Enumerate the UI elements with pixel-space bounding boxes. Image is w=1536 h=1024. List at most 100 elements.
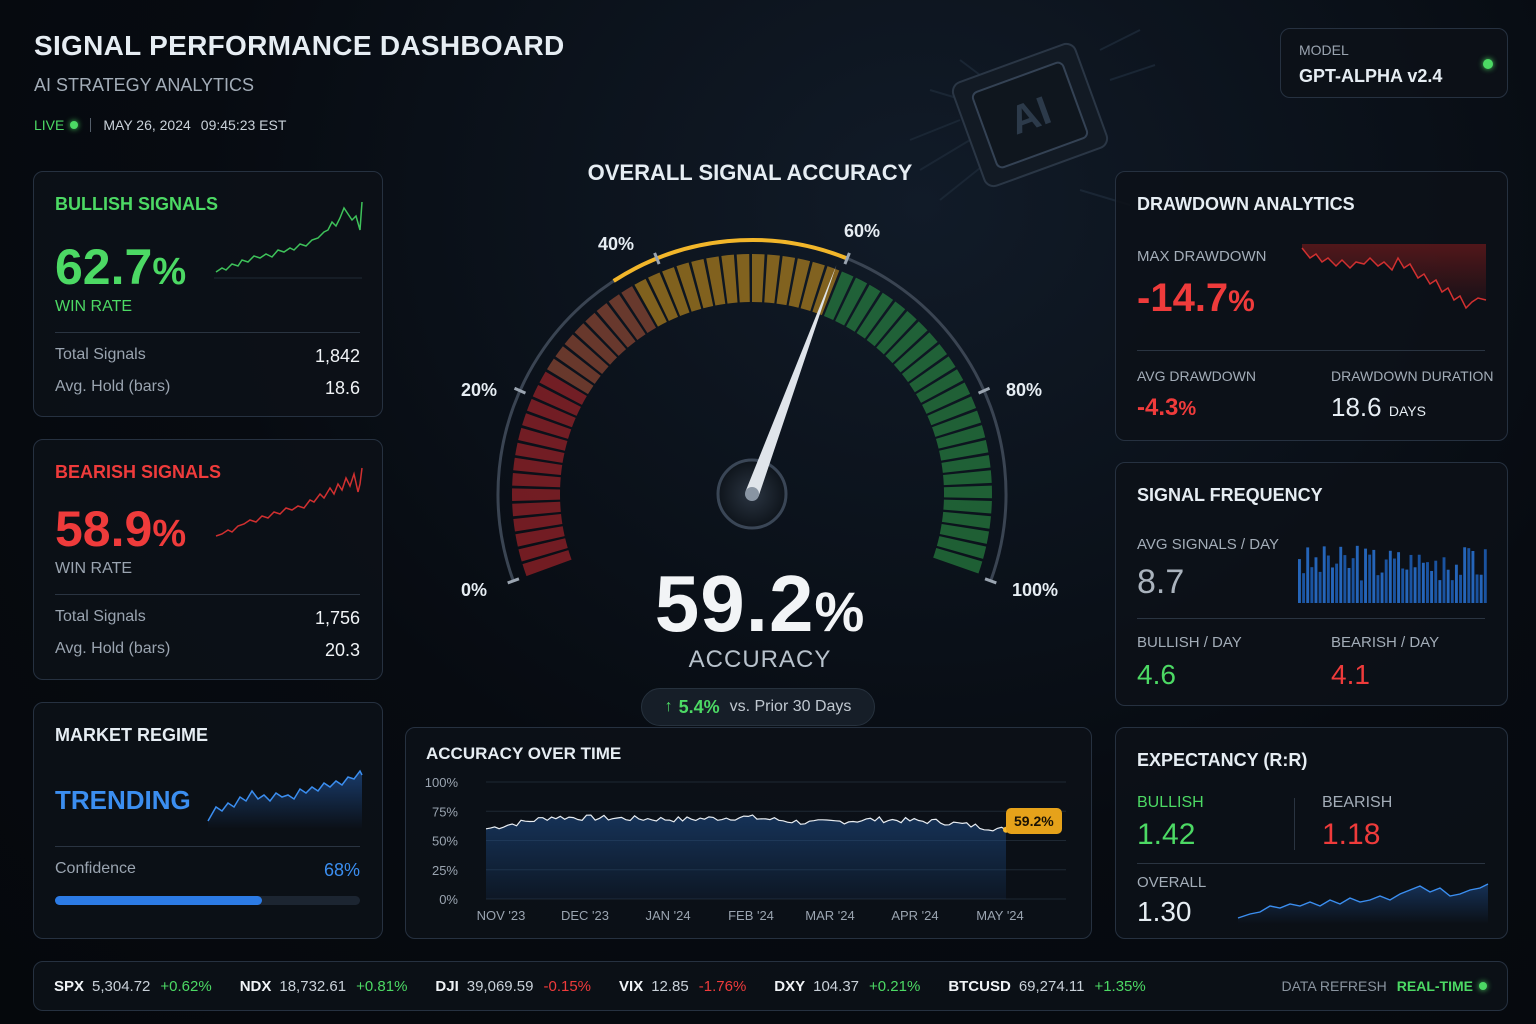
confidence-value: 68%	[323, 860, 360, 880]
frequency-bar	[1483, 549, 1487, 603]
ticker-item-spx[interactable]: SPX 5,304.72 +0.62%	[54, 978, 212, 995]
live-label: LIVE	[34, 117, 65, 133]
drawdown-duration-label: DRAWDOWN DURATION	[1331, 368, 1494, 384]
frequency-bar	[1355, 545, 1359, 603]
accuracy-value: 59.2%	[654, 559, 866, 648]
total-signals-value: 1,756	[314, 608, 360, 628]
x-tick-label: MAR '24	[805, 908, 854, 923]
total-signals-value: 1,842	[314, 346, 360, 366]
bearish-per-day-value: 4.1	[1331, 659, 1370, 690]
frequency-bar	[1438, 580, 1442, 603]
divider	[1137, 863, 1485, 864]
frequency-bar	[1471, 550, 1475, 603]
y-tick-label: 100%	[425, 775, 459, 790]
frequency-bar	[1339, 546, 1343, 603]
ticker-item-vix[interactable]: VIX 12.85 -1.76%	[619, 978, 746, 995]
model-label: MODEL	[1299, 42, 1349, 58]
data-refresh-status: DATA REFRESH REAL-TIME	[1281, 978, 1487, 994]
total-signals-label: Total Signals	[55, 346, 146, 363]
model-name: GPT-ALPHA v2.4	[1299, 66, 1443, 86]
bullish-signals-card: BULLISH SIGNALS 62.7% WIN RATE Total Sig…	[33, 171, 383, 417]
x-tick-label: MAY '24	[976, 908, 1024, 923]
confidence-row: Confidence 68%	[55, 860, 360, 881]
bearish-sparkline	[215, 467, 363, 537]
x-tick-label: JAN '24	[645, 908, 690, 923]
frequency-bar-chart	[1298, 545, 1487, 603]
regime-state: TRENDING	[55, 785, 191, 815]
frequency-bar	[1326, 555, 1330, 603]
frequency-bar	[1475, 574, 1479, 603]
frequency-bar	[1372, 549, 1376, 603]
ticker-item-ndx[interactable]: NDX 18,732.61 +0.81%	[240, 978, 408, 995]
frequency-bar	[1368, 554, 1372, 603]
avg-hold-value: 18.6	[324, 378, 360, 398]
x-tick-label: NOV '23	[477, 908, 526, 923]
drawdown-analytics-card: DRAWDOWN ANALYTICS MAX DRAWDOWN -14.7% A…	[1115, 171, 1508, 441]
frequency-bar	[1335, 563, 1339, 603]
card-title: MARKET REGIME	[55, 725, 208, 745]
accuracy-label: ACCURACY	[688, 646, 832, 673]
frequency-bar	[1376, 575, 1380, 603]
gauge-hub-center	[745, 487, 759, 501]
frequency-bar	[1359, 580, 1363, 603]
y-tick-label: 25%	[432, 863, 458, 878]
y-tick-label: 50%	[432, 834, 458, 849]
card-title: BULLISH SIGNALS	[55, 194, 219, 214]
frequency-bar	[1459, 574, 1462, 603]
avg-hold-row: Avg. Hold (bars) 20.3	[55, 640, 360, 661]
divider	[55, 846, 360, 847]
frequency-bar	[1384, 559, 1388, 603]
frequency-bar	[1430, 570, 1434, 603]
gauge-tick-label: 40%	[598, 234, 635, 254]
win-rate-label: WIN RATE	[55, 560, 133, 577]
refresh-label: DATA REFRESH	[1281, 978, 1387, 994]
gauge-tick-label: 20%	[461, 380, 498, 400]
frequency-bar	[1343, 555, 1347, 603]
y-tick-label: 75%	[432, 804, 458, 819]
frequency-bar	[1426, 562, 1429, 603]
total-signals-row: Total Signals 1,756	[55, 608, 360, 629]
x-tick-label: APR '24	[891, 908, 938, 923]
live-dot-icon	[70, 121, 79, 129]
ticker-item-dxy[interactable]: DXY 104.37 +0.21%	[774, 978, 920, 995]
model-indicator: MODEL GPT-ALPHA v2.4	[1280, 28, 1508, 98]
frequency-bar	[1417, 554, 1421, 603]
gauge-tick-label: 100%	[1012, 580, 1059, 600]
bearish-expectancy-label: BEARISH	[1322, 794, 1393, 811]
gauge-segment	[512, 473, 561, 488]
frequency-bar	[1401, 568, 1405, 603]
frequency-bar	[1467, 548, 1471, 603]
frequency-bar	[1454, 564, 1458, 603]
confidence-bar	[55, 896, 360, 905]
current-value-badge: 59.2%	[1006, 808, 1062, 834]
frequency-bar	[1310, 567, 1314, 603]
card-title: EXPECTANCY (R:R)	[1137, 750, 1308, 770]
gauge-title: OVERALL SIGNAL ACCURACY	[587, 160, 913, 185]
expectancy-sparkline	[1237, 883, 1489, 924]
gauge-segment	[943, 499, 992, 514]
ticker-item-btcusd[interactable]: BTCUSD 69,274.11 +1.35%	[948, 978, 1145, 995]
refresh-dot-icon	[1479, 982, 1487, 990]
bullish-sparkline	[214, 201, 363, 279]
frequency-bar	[1421, 562, 1425, 603]
gauge-tick-label: 80%	[1006, 380, 1043, 400]
gauge-major-tick	[843, 252, 851, 265]
frequency-bar	[1479, 574, 1483, 603]
frequency-bar	[1397, 552, 1401, 603]
delta-text: vs. Prior 30 Days	[729, 698, 852, 715]
divider	[55, 594, 360, 595]
accuracy-delta-badge: ↑ 5.4% vs. Prior 30 Days	[641, 688, 875, 726]
frequency-bar	[1463, 547, 1467, 603]
total-signals-label: Total Signals	[55, 608, 146, 625]
bearish-signals-card: BEARISH SIGNALS 58.9% WIN RATE Total Sig…	[33, 439, 383, 680]
confidence-bar-fill	[55, 896, 263, 905]
total-signals-row: Total Signals 1,842	[55, 346, 360, 367]
gauge-tick-label: 0%	[461, 580, 488, 600]
bullish-expectancy-value: 1.42	[1137, 818, 1196, 851]
expectancy-card: EXPECTANCY (R:R) BULLISH 1.42 BEARISH 1.…	[1115, 727, 1508, 939]
page-title: SIGNAL PERFORMANCE DASHBOARD	[34, 30, 565, 61]
bullish-per-day-label: BULLISH / DAY	[1137, 634, 1242, 651]
accuracy-gauge	[496, 238, 1008, 585]
ticker-item-dji[interactable]: DJI 39,069.59 -0.15%	[435, 978, 591, 995]
page-subtitle: AI STRATEGY ANALYTICS	[34, 75, 255, 95]
